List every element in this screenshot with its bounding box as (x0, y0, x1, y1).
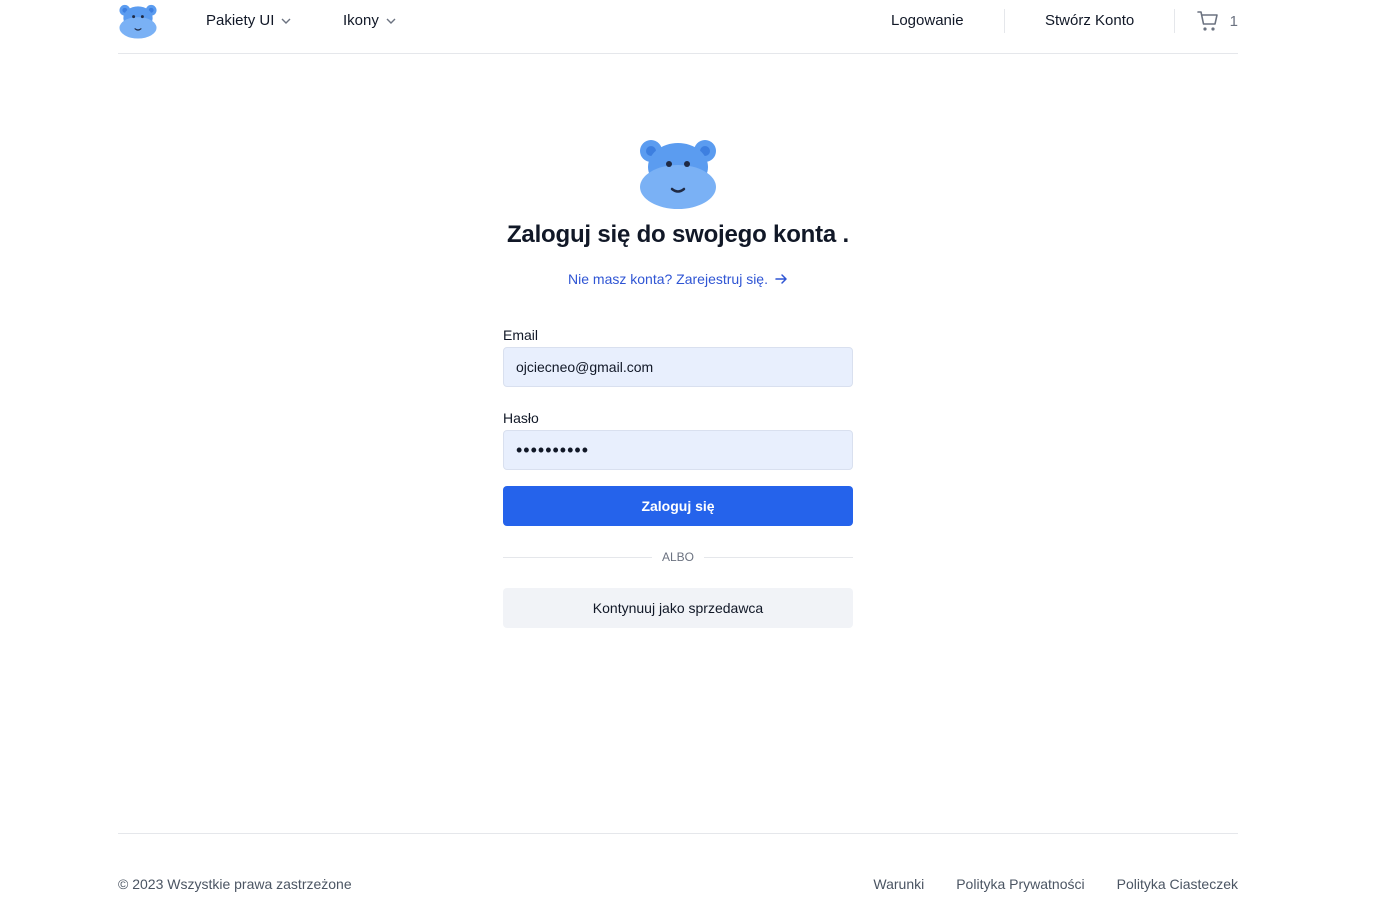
password-field[interactable] (503, 430, 853, 470)
hippo-logo-icon (640, 140, 716, 209)
signup-link-label: Nie masz konta? Zarejestruj się. (568, 271, 768, 287)
create-account-nav-link[interactable]: Stwórz Konto (1045, 12, 1134, 29)
password-label: Hasło (503, 410, 539, 426)
cart-button[interactable]: 1 (1196, 9, 1238, 33)
nav-divider (1004, 9, 1005, 33)
footer-link-cookies[interactable]: Polityka Ciasteczek (1117, 876, 1238, 892)
divider-line (503, 556, 652, 558)
footer-link-privacy[interactable]: Polityka Prywatności (956, 876, 1084, 892)
login-button[interactable]: Zaloguj się (503, 486, 853, 526)
nav-divider (1174, 9, 1175, 33)
footer-link-terms[interactable]: Warunki (873, 876, 924, 892)
login-form: Zaloguj się do swojego konta . Nie masz … (503, 137, 854, 628)
nav-pakiety-ui[interactable]: Pakiety UI (206, 12, 292, 29)
page-title: Zaloguj się do swojego konta . (506, 221, 850, 248)
top-navbar: Pakiety UI Ikony Logowanie Stwórz Konto … (118, 0, 1238, 54)
login-nav-link[interactable]: Logowanie (891, 12, 964, 29)
email-label: Email (503, 327, 539, 343)
email-field[interactable] (503, 347, 853, 387)
nav-ikony-label: Ikony (343, 12, 379, 29)
footer-links: Warunki Polityka Prywatności Polityka Ci… (873, 876, 1238, 892)
nav-pakiety-ui-label: Pakiety UI (206, 12, 275, 29)
nav-ikony[interactable]: Ikony (343, 12, 397, 29)
copyright-text: © 2023 Wszystkie prawa zastrzeżone (118, 876, 352, 892)
or-divider: ALBO (503, 550, 854, 564)
cart-count: 1 (1229, 12, 1238, 30)
signup-link[interactable]: Nie masz konta? Zarejestruj się. (503, 271, 853, 287)
chevron-down-icon (386, 18, 396, 24)
arrow-right-icon (775, 274, 787, 284)
continue-as-seller-button[interactable]: Kontynuuj jako sprzedawca (503, 588, 853, 628)
chevron-down-icon (281, 18, 291, 24)
divider-line (704, 556, 854, 558)
or-label: ALBO (662, 550, 695, 564)
cart-icon (1196, 11, 1218, 31)
hippo-logo-icon[interactable] (118, 3, 158, 39)
footer: © 2023 Wszystkie prawa zastrzeżone Warun… (118, 833, 1238, 911)
